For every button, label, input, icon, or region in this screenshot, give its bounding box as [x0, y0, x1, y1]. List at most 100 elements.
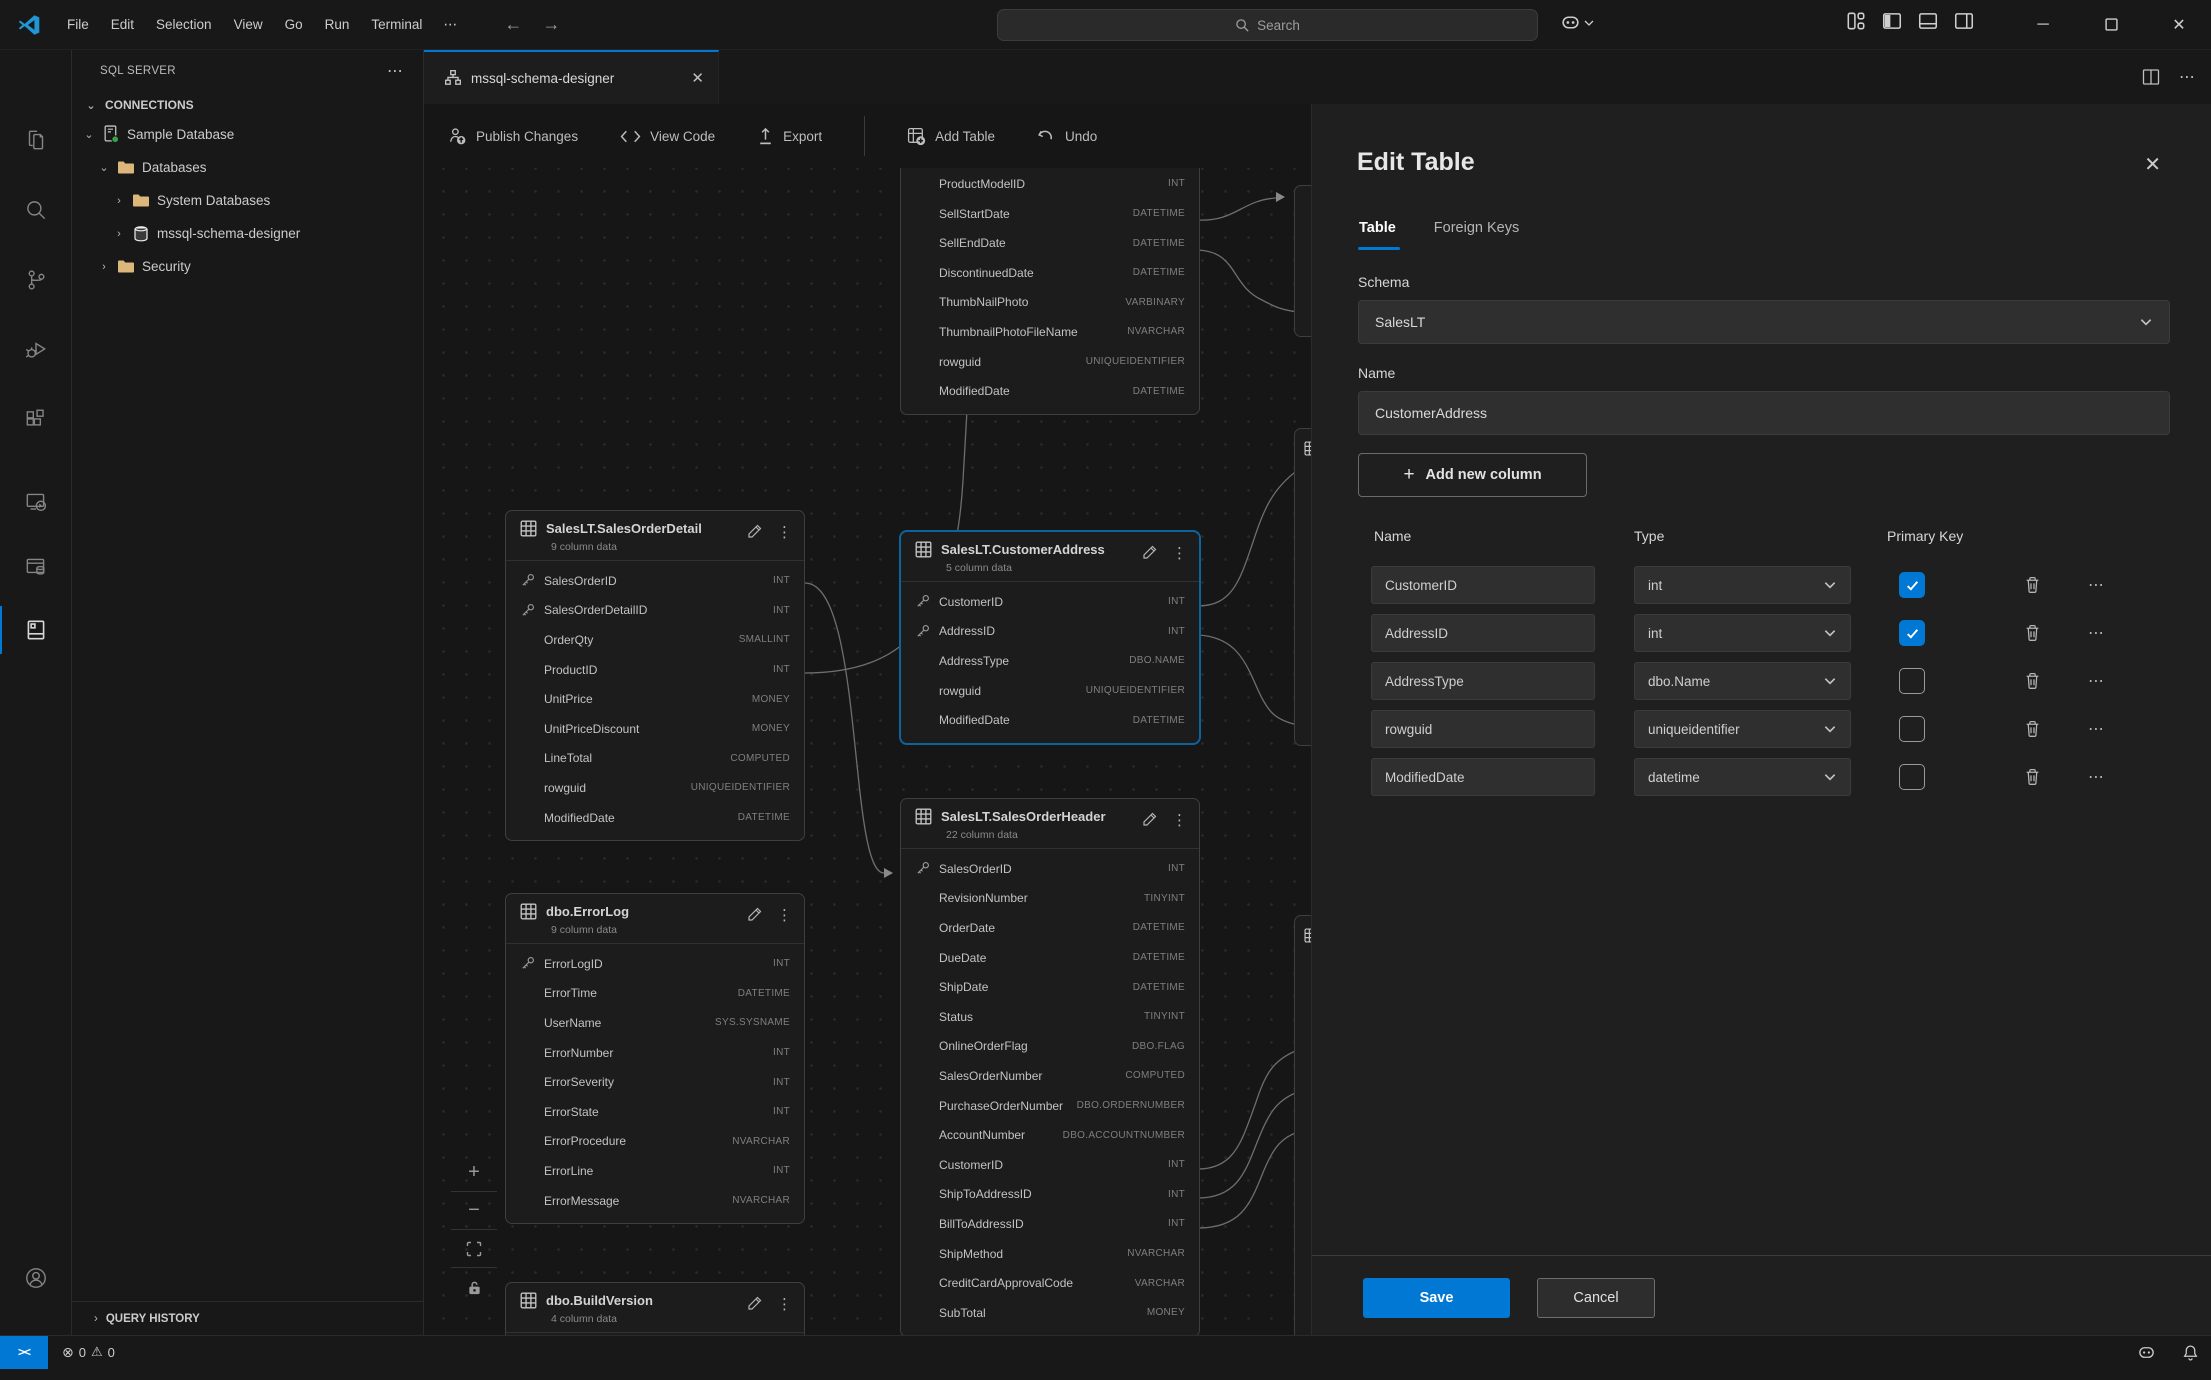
- column-name-input[interactable]: AddressID: [1371, 614, 1595, 652]
- menu-edit[interactable]: Edit: [100, 12, 145, 37]
- table-card-sales_order_header[interactable]: SalesLT.SalesOrderHeader22 column data⋮S…: [900, 798, 1200, 1335]
- column-row[interactable]: rowguidUNIQUEIDENTIFIER: [901, 347, 1199, 377]
- sidebar-item-security[interactable]: ›Security: [72, 250, 423, 283]
- tab-foreign-keys[interactable]: Foreign Keys: [1434, 220, 1519, 236]
- primary-key-checkbox[interactable]: [1899, 716, 1925, 742]
- zoom-in-button[interactable]: +: [451, 1154, 497, 1192]
- column-row[interactable]: AddressTypeDBO.NAME: [901, 646, 1199, 676]
- problems-status[interactable]: ⊗ 0 ⚠ 0: [62, 1344, 115, 1361]
- column-row[interactable]: AddressIDINT: [901, 617, 1199, 647]
- table-card-build_version[interactable]: dbo.BuildVersion4 column data⋮: [505, 1282, 805, 1335]
- column-row[interactable]: OrderDateDATETIME: [901, 913, 1199, 943]
- partial-table-card[interactable]: [1294, 185, 1311, 337]
- delete-column-icon[interactable]: [2024, 672, 2041, 690]
- column-row[interactable]: SalesOrderNumberCOMPUTED: [901, 1061, 1199, 1091]
- column-row[interactable]: CustomerIDINT: [901, 1150, 1199, 1180]
- column-type-dropdown[interactable]: dbo.Name: [1634, 662, 1851, 700]
- lock-button[interactable]: [451, 1268, 497, 1306]
- explorer-icon[interactable]: [0, 108, 72, 172]
- column-row[interactable]: ModifiedDateDATETIME: [901, 376, 1199, 406]
- toggle-primary-sidebar-icon[interactable]: [1881, 10, 1903, 32]
- column-row[interactable]: UnitPriceDiscountMONEY: [506, 714, 804, 744]
- primary-key-checkbox[interactable]: [1899, 572, 1925, 598]
- column-more-options-icon[interactable]: ⋯: [2088, 767, 2106, 787]
- sidebar-item-mssql-schema-designer[interactable]: ›mssql-schema-designer: [72, 217, 423, 250]
- edit-table-pencil-icon[interactable]: [747, 1295, 763, 1311]
- connections-section-header[interactable]: ⌄ CONNECTIONS: [72, 92, 423, 118]
- column-row[interactable]: ErrorTimeDATETIME: [506, 979, 804, 1009]
- primary-key-checkbox[interactable]: [1899, 668, 1925, 694]
- column-row[interactable]: ErrorProcedureNVARCHAR: [506, 1127, 804, 1157]
- table-more-menu-icon[interactable]: ⋮: [1172, 544, 1187, 562]
- column-row[interactable]: UnitPriceMONEY: [506, 684, 804, 714]
- copilot-status-icon[interactable]: [2137, 1343, 2156, 1362]
- column-row[interactable]: SalesOrderIDINT: [506, 566, 804, 596]
- add-new-column-button[interactable]: + Add new column: [1358, 453, 1587, 497]
- column-row[interactable]: ShipDateDATETIME: [901, 972, 1199, 1002]
- menu-selection[interactable]: Selection: [145, 12, 223, 37]
- primary-key-checkbox[interactable]: [1899, 620, 1925, 646]
- undo-button[interactable]: Undo: [1037, 128, 1097, 145]
- column-type-dropdown[interactable]: uniqueidentifier: [1634, 710, 1851, 748]
- column-row[interactable]: PurchaseOrderNumberDBO.ORDERNUMBER: [901, 1091, 1199, 1121]
- table-more-menu-icon[interactable]: ⋮: [777, 523, 792, 541]
- column-row[interactable]: ThumbnailPhotoFileNameNVARCHAR: [901, 317, 1199, 347]
- account-icon[interactable]: [0, 1246, 72, 1310]
- delete-column-icon[interactable]: [2024, 576, 2041, 594]
- database-projects-icon[interactable]: [0, 535, 72, 599]
- remote-explorer-icon[interactable]: [0, 470, 72, 534]
- tab-mssql-schema-designer[interactable]: mssql-schema-designer ✕: [424, 50, 719, 104]
- toggle-panel-icon[interactable]: [1917, 10, 1939, 32]
- schema-dropdown[interactable]: SalesLT: [1358, 300, 2170, 344]
- column-row[interactable]: OrderQtySMALLINT: [506, 625, 804, 655]
- delete-column-icon[interactable]: [2024, 624, 2041, 642]
- column-row[interactable]: ErrorLogIDINT: [506, 949, 804, 979]
- column-type-dropdown[interactable]: int: [1634, 614, 1851, 652]
- column-row[interactable]: SellEndDateDATETIME: [901, 228, 1199, 258]
- column-row[interactable]: rowguidUNIQUEIDENTIFIER: [901, 676, 1199, 706]
- column-more-options-icon[interactable]: ⋯: [2088, 719, 2106, 739]
- column-name-input[interactable]: AddressType: [1371, 662, 1595, 700]
- menu-go[interactable]: Go: [274, 12, 314, 37]
- column-row[interactable]: SalesOrderIDINT: [901, 854, 1199, 884]
- column-row[interactable]: RevisionNumberTINYINT: [901, 884, 1199, 914]
- menu-run[interactable]: Run: [314, 12, 361, 37]
- run-debug-icon[interactable]: [0, 318, 72, 382]
- primary-key-checkbox[interactable]: [1899, 764, 1925, 790]
- column-row[interactable]: ErrorNumberINT: [506, 1038, 804, 1068]
- column-row[interactable]: ModifiedDateDATETIME: [901, 705, 1199, 735]
- save-button[interactable]: Save: [1363, 1278, 1510, 1318]
- sql-server-view-icon[interactable]: [0, 598, 72, 662]
- column-row[interactable]: OnlineOrderFlagDBO.FLAG: [901, 1032, 1199, 1062]
- column-row[interactable]: BillToAddressIDINT: [901, 1209, 1199, 1239]
- table-more-menu-icon[interactable]: ⋮: [777, 906, 792, 924]
- add-table-button[interactable]: Add Table: [907, 127, 995, 146]
- column-row[interactable]: ShipToAddressIDINT: [901, 1180, 1199, 1210]
- column-row[interactable]: ModifiedDateDATETIME: [506, 803, 804, 833]
- column-row[interactable]: ErrorMessageNVARCHAR: [506, 1186, 804, 1216]
- search-view-icon[interactable]: [0, 178, 72, 242]
- publish-changes-button[interactable]: Publish Changes: [448, 127, 578, 146]
- sidebar-item-sample-database[interactable]: ⌄Sample Database: [72, 118, 423, 151]
- remote-indicator[interactable]: ><: [0, 1336, 48, 1369]
- column-row[interactable]: UserNameSYS.SYSNAME: [506, 1008, 804, 1038]
- column-row[interactable]: DueDateDATETIME: [901, 943, 1199, 973]
- column-row[interactable]: SellStartDateDATETIME: [901, 199, 1199, 229]
- notifications-bell-icon[interactable]: [2182, 1344, 2199, 1361]
- column-name-input[interactable]: ModifiedDate: [1371, 758, 1595, 796]
- extensions-icon[interactable]: [0, 388, 72, 452]
- menu-terminal[interactable]: Terminal: [360, 12, 433, 37]
- column-row[interactable]: ErrorLineINT: [506, 1156, 804, 1186]
- nav-forward-icon[interactable]: →: [532, 14, 570, 35]
- edit-table-pencil-icon[interactable]: [747, 906, 763, 922]
- table-card-sales_order_detail[interactable]: SalesLT.SalesOrderDetail9 column data⋮Sa…: [505, 510, 805, 841]
- menu-file[interactable]: File: [56, 12, 100, 37]
- column-row[interactable]: ErrorStateINT: [506, 1097, 804, 1127]
- menu-view[interactable]: View: [223, 12, 274, 37]
- edit-table-pencil-icon[interactable]: [747, 523, 763, 539]
- sidebar-item-databases[interactable]: ⌄Databases: [72, 151, 423, 184]
- partial-table-card[interactable]: [1294, 428, 1311, 746]
- tab-table[interactable]: Table: [1359, 220, 1396, 236]
- toggle-secondary-sidebar-icon[interactable]: [1953, 10, 1975, 32]
- column-more-options-icon[interactable]: ⋯: [2088, 575, 2106, 595]
